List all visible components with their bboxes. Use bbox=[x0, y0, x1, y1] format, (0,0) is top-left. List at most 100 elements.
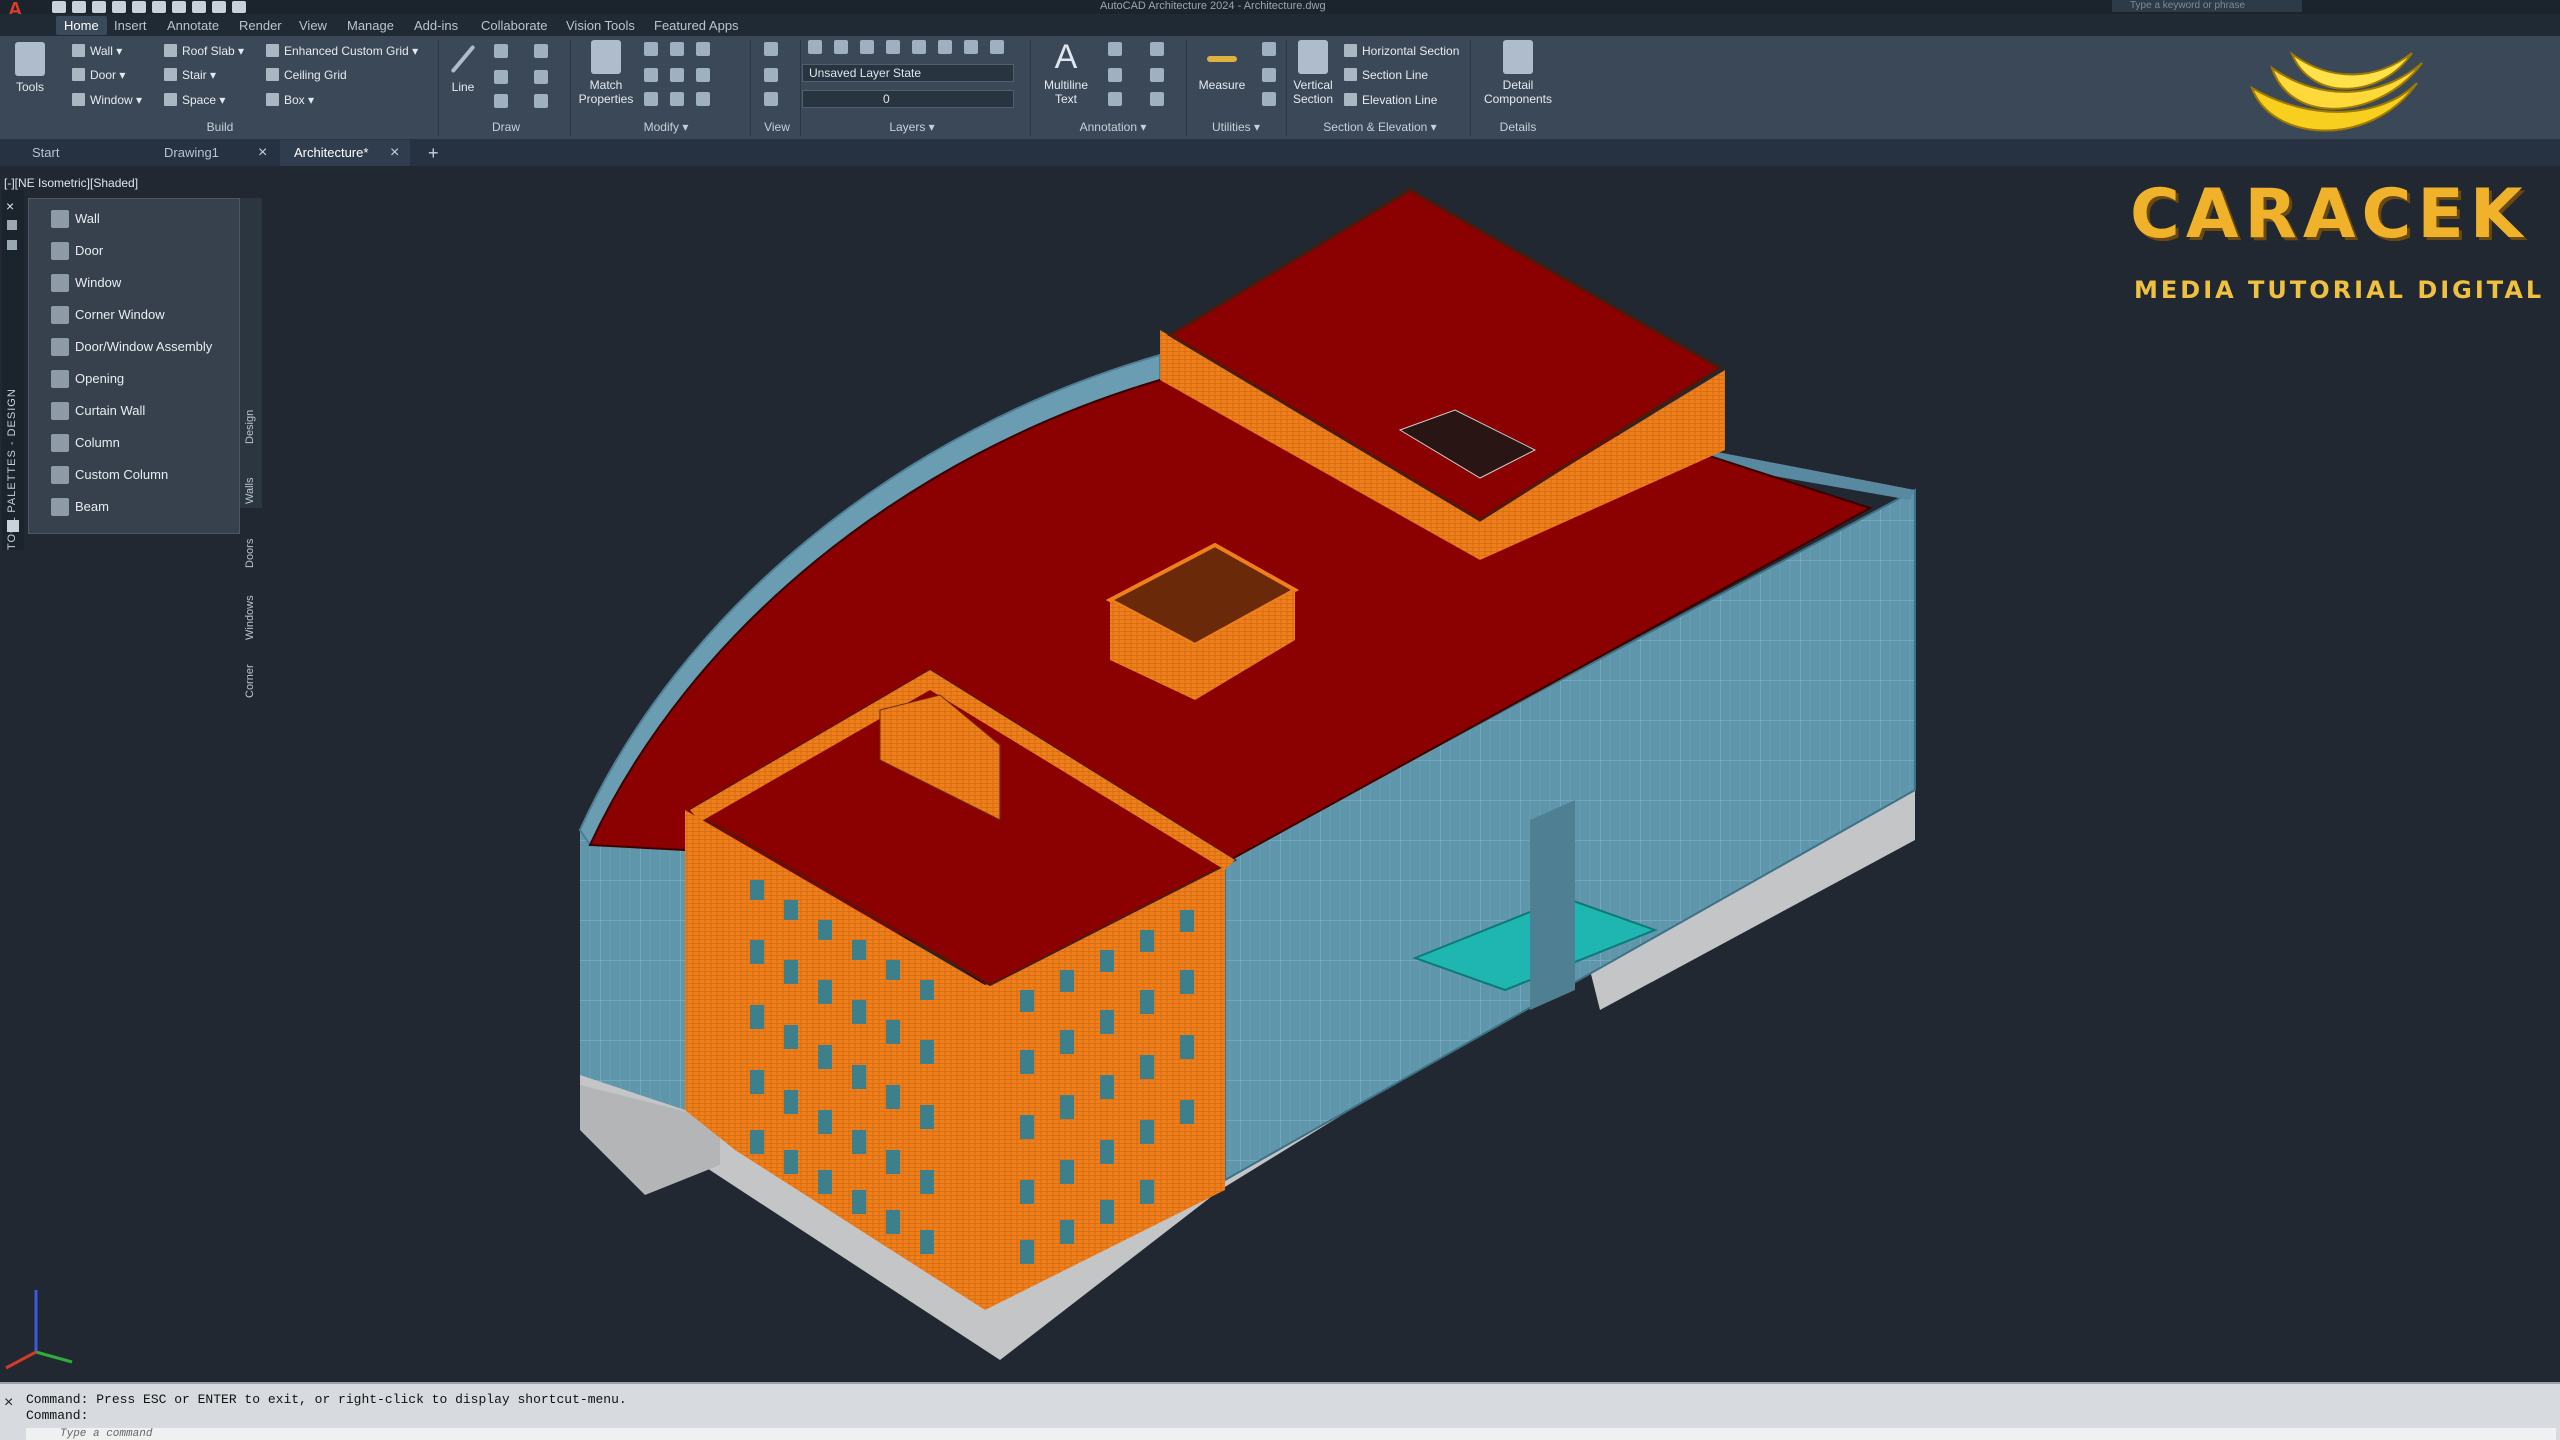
undo-icon[interactable] bbox=[152, 1, 166, 13]
tab-insert[interactable]: Insert bbox=[114, 18, 147, 33]
doc-tab-start[interactable]: Start bbox=[18, 140, 158, 166]
multiline-text-button[interactable]: A Multiline Text bbox=[1038, 40, 1094, 106]
palette-item-window[interactable]: Window bbox=[37, 267, 237, 299]
arc-icon[interactable] bbox=[534, 44, 548, 58]
palette-menu-icon[interactable] bbox=[7, 520, 19, 532]
section-line-button[interactable]: Section Line bbox=[1344, 68, 1428, 82]
panel-title-details[interactable]: Details bbox=[1486, 120, 1550, 134]
move-icon[interactable] bbox=[644, 42, 658, 56]
detail-components-button[interactable]: Detail Components bbox=[1478, 40, 1558, 106]
line-button[interactable]: Line bbox=[448, 42, 478, 94]
panel-title-modify[interactable]: Modify ▾ bbox=[626, 120, 706, 134]
close-command-line-icon[interactable]: × bbox=[4, 1394, 13, 1412]
stair-button[interactable]: Stair ▾ bbox=[164, 68, 216, 82]
panel-title-build[interactable]: Build bbox=[190, 120, 250, 134]
scale-icon[interactable] bbox=[670, 92, 684, 106]
measure-button[interactable]: Measure bbox=[1194, 44, 1250, 92]
share-icon[interactable] bbox=[192, 1, 206, 13]
panel-title-utilities[interactable]: Utilities ▾ bbox=[1196, 120, 1276, 134]
trim-icon[interactable] bbox=[696, 42, 710, 56]
close-tab-icon[interactable]: × bbox=[390, 140, 399, 166]
tool-palette-titlebar[interactable]: × TOOL PALETTES - DESIGN bbox=[2, 190, 24, 550]
table-icon[interactable] bbox=[1150, 92, 1164, 106]
layer-walk-icon[interactable] bbox=[990, 40, 1004, 54]
redo-icon[interactable] bbox=[172, 1, 186, 13]
tab-add-ins[interactable]: Add-ins bbox=[414, 18, 458, 33]
space-button[interactable]: Space ▾ bbox=[164, 93, 225, 107]
hatch-icon[interactable] bbox=[534, 94, 548, 108]
palette-item-door[interactable]: Door bbox=[37, 235, 237, 267]
palette-item-beam[interactable]: Beam bbox=[37, 491, 237, 523]
mirror-icon[interactable] bbox=[670, 68, 684, 82]
layer-match-icon[interactable] bbox=[938, 40, 952, 54]
command-input[interactable]: Type a command bbox=[26, 1428, 2556, 1440]
palette-item-door-window-assembly[interactable]: Door/Window Assembly bbox=[37, 331, 237, 363]
calculator-icon[interactable] bbox=[1262, 42, 1276, 56]
quick-select-icon[interactable] bbox=[1262, 68, 1276, 82]
ceiling-grid-button[interactable]: Ceiling Grid bbox=[266, 68, 347, 82]
palette-item-corner-window[interactable]: Corner Window bbox=[37, 299, 237, 331]
circle-icon[interactable] bbox=[494, 70, 508, 84]
new-icon[interactable] bbox=[52, 1, 66, 13]
layer-previous-icon[interactable] bbox=[964, 40, 978, 54]
palette-item-opening[interactable]: Opening bbox=[37, 363, 237, 395]
palette-item-column[interactable]: Column bbox=[37, 427, 237, 459]
array-icon[interactable] bbox=[696, 92, 710, 106]
tab-home[interactable]: Home bbox=[56, 16, 107, 35]
tab-collaborate[interactable]: Collaborate bbox=[481, 18, 548, 33]
revision-cloud-icon[interactable] bbox=[1150, 42, 1164, 56]
save-icon[interactable] bbox=[92, 1, 106, 13]
zoom-icon[interactable] bbox=[764, 92, 778, 106]
open-icon[interactable] bbox=[72, 1, 86, 13]
tab-manage[interactable]: Manage bbox=[347, 18, 394, 33]
tab-featured-apps[interactable]: Featured Apps bbox=[654, 18, 739, 33]
horizontal-section-button[interactable]: Horizontal Section bbox=[1344, 44, 1459, 58]
new-tab-icon[interactable]: + bbox=[428, 140, 439, 166]
tab-render[interactable]: Render bbox=[239, 18, 282, 33]
leader-icon[interactable] bbox=[1108, 68, 1122, 82]
id-point-icon[interactable] bbox=[1262, 92, 1276, 106]
vertical-section-button[interactable]: Vertical Section bbox=[1288, 40, 1338, 106]
layer-lock-icon[interactable] bbox=[912, 40, 926, 54]
layer-isolate-icon[interactable] bbox=[860, 40, 874, 54]
palette-tab-walls[interactable]: Walls bbox=[244, 478, 256, 504]
layer-dropdown[interactable]: 0 bbox=[802, 90, 1014, 108]
layer-state-dropdown[interactable]: Unsaved Layer State bbox=[802, 64, 1014, 82]
palette-tab-windows[interactable]: Windows bbox=[244, 595, 256, 640]
palette-tab-design[interactable]: Design bbox=[244, 410, 256, 444]
close-palette-icon[interactable]: × bbox=[6, 198, 14, 214]
orbit-icon[interactable] bbox=[764, 68, 778, 82]
panel-title-section-elevation[interactable]: Section & Elevation ▾ bbox=[1300, 120, 1460, 134]
palette-item-custom-column[interactable]: Custom Column bbox=[37, 459, 237, 491]
customize-icon[interactable] bbox=[232, 1, 246, 13]
ellipse-icon[interactable] bbox=[534, 70, 548, 84]
plot-icon[interactable] bbox=[132, 1, 146, 13]
keynote-icon[interactable] bbox=[1108, 92, 1122, 106]
fillet-icon[interactable] bbox=[696, 68, 710, 82]
rotate-icon[interactable] bbox=[670, 42, 684, 56]
viewport-controls[interactable]: [-][NE Isometric][Shaded] bbox=[4, 176, 138, 190]
match-properties-button[interactable]: Match Properties bbox=[576, 40, 636, 106]
close-tab-icon[interactable]: × bbox=[258, 140, 267, 166]
palette-item-wall[interactable]: Wall bbox=[37, 203, 237, 235]
layer-freeze-icon[interactable] bbox=[886, 40, 900, 54]
wall-button[interactable]: Wall ▾ bbox=[72, 44, 122, 58]
search-input[interactable]: Type a keyword or phrase bbox=[2112, 0, 2302, 12]
palette-tab-corner[interactable]: Corner bbox=[244, 664, 256, 698]
enhanced-custom-grid-button[interactable]: Enhanced Custom Grid ▾ bbox=[266, 44, 418, 58]
tab-annotate[interactable]: Annotate bbox=[167, 18, 219, 33]
dimension-icon[interactable] bbox=[1108, 42, 1122, 56]
panel-title-draw[interactable]: Draw bbox=[478, 120, 534, 134]
polyline-icon[interactable] bbox=[494, 44, 508, 58]
window-button[interactable]: Window ▾ bbox=[72, 93, 142, 107]
tab-vision-tools[interactable]: Vision Tools bbox=[566, 18, 635, 33]
drawing-viewport[interactable] bbox=[0, 166, 2560, 1382]
layer-off-icon[interactable] bbox=[834, 40, 848, 54]
box-button[interactable]: Box ▾ bbox=[266, 93, 314, 107]
roof-slab-button[interactable]: Roof Slab ▾ bbox=[164, 44, 244, 58]
door-button[interactable]: Door ▾ bbox=[72, 68, 125, 82]
tools-button[interactable]: Tools bbox=[12, 42, 48, 94]
copy-icon[interactable] bbox=[644, 68, 658, 82]
panel-title-layers[interactable]: Layers ▾ bbox=[872, 120, 952, 134]
workspace-icon[interactable] bbox=[212, 1, 226, 13]
